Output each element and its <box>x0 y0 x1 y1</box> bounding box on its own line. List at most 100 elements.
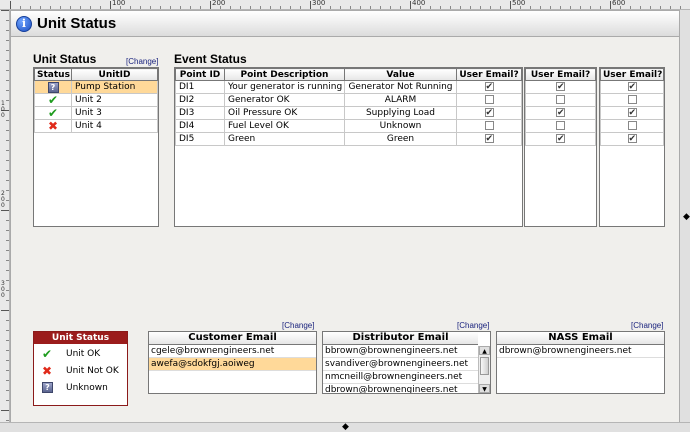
x-icon: ✖ <box>47 119 59 133</box>
nass-email-header: NASS Email <box>497 332 664 345</box>
user-email-checkbox[interactable] <box>556 95 565 104</box>
distributor-email-list: Distributor Email bbrown@brownengineers.… <box>322 331 491 394</box>
legend-item-ok: ✔ Unit OK <box>42 347 101 361</box>
unit-row[interactable]: ? Pump Station <box>34 80 158 94</box>
scroll-down-icon[interactable]: ▼ <box>479 384 490 393</box>
event-row[interactable]: DI1 Your generator is running Generator No… <box>175 80 522 94</box>
point-id-cell: DI5 <box>175 132 225 146</box>
user-email-checkbox[interactable]: ✔ <box>556 108 565 118</box>
value-cell: Supplying Load <box>344 106 457 120</box>
ruler-label: 100 <box>1 100 5 119</box>
user-email-checkbox[interactable] <box>484 121 494 130</box>
column-header-user-email-3[interactable]: User Email? <box>600 68 664 81</box>
event-row[interactable]: DI4 Fuel Level OK Unknown <box>175 119 522 133</box>
user-email-checkbox[interactable]: ✔ <box>484 82 494 92</box>
legend-item-not-ok: ✖ Unit Not OK <box>42 364 119 378</box>
user-email-checkbox[interactable]: ✔ <box>627 108 637 118</box>
user-email-cell: ✔ <box>525 132 596 146</box>
nass-email-change-link[interactable]: [Change] <box>631 321 663 330</box>
point-description-cell: Oil Pressure OK <box>224 106 345 120</box>
ruler-label: 500 <box>512 0 526 7</box>
unit-id-cell: Unit 4 <box>71 119 158 133</box>
user-email-checkbox[interactable] <box>556 121 565 130</box>
column-header-unitid[interactable]: UnitID <box>71 68 158 81</box>
user-email-checkbox[interactable]: ✔ <box>556 134 565 144</box>
user-email-cell: ✔ <box>456 80 522 94</box>
value-cell: Unknown <box>344 119 457 133</box>
distributor-email-item[interactable]: nmcneill@brownengineers.net <box>323 371 478 384</box>
user-email-cell: ✔ <box>456 106 522 120</box>
point-description-cell: Generator OK <box>224 93 345 107</box>
user-email-checkbox[interactable] <box>627 121 637 130</box>
unit-status-change-link[interactable]: [Change] <box>126 57 158 66</box>
column-header-point-id[interactable]: Point ID <box>175 68 225 81</box>
point-description-cell: Fuel Level OK <box>224 119 345 133</box>
user-email-column-3: User Email? ✔ ✔ ✔ <box>599 67 665 227</box>
user-email-cell <box>525 119 596 133</box>
unit-id-cell: Pump Station <box>71 80 158 94</box>
event-status-table: Point ID Point Description Value User Em… <box>174 67 523 227</box>
title-bar: i Unit Status <box>10 10 680 37</box>
check-icon: ✔ <box>47 106 59 120</box>
unit-row[interactable]: ✔ Unit 3 <box>34 106 158 120</box>
vertical-scrollbar[interactable]: ◆ <box>680 10 690 422</box>
check-icon: ✔ <box>42 347 53 361</box>
scroll-thumb[interactable] <box>480 357 489 375</box>
check-icon: ✔ <box>47 93 59 107</box>
point-id-cell: DI3 <box>175 106 225 120</box>
distributor-email-item[interactable]: dbrown@brownengineers.net <box>323 384 478 393</box>
customer-email-item[interactable]: awefa@sdokfgj.aoiweg <box>149 358 316 371</box>
customer-email-change-link[interactable]: [Change] <box>282 321 314 330</box>
distributor-email-change-link[interactable]: [Change] <box>457 321 489 330</box>
column-header-user-email-2[interactable]: User Email? <box>525 68 596 81</box>
ruler-tick <box>1 410 9 411</box>
event-row[interactable]: DI2 Generator OK ALARM <box>175 93 522 107</box>
column-header-status[interactable]: Status <box>34 68 72 81</box>
scroll-up-icon[interactable]: ▲ <box>479 346 490 355</box>
horizontal-scrollbar[interactable]: ◆ <box>0 422 690 432</box>
window-title: Unit Status <box>37 15 117 32</box>
resize-handle-bottom-icon[interactable]: ◆ <box>342 423 349 432</box>
unit-row[interactable]: ✖ Unit 4 <box>34 119 158 133</box>
distributor-email-item[interactable]: svandiver@brownengineers.net <box>323 358 478 371</box>
unit-status-cell: ✖ <box>34 119 72 133</box>
ruler-tick <box>1 210 9 211</box>
legend-title: Unit Status Legend <box>34 332 127 355</box>
nass-email-list: NASS Email dbrown@brownengineers.net <box>496 331 665 394</box>
resize-handle-right-icon[interactable]: ◆ <box>683 213 690 222</box>
event-status-title: Event Status <box>174 52 247 66</box>
legend-item-unknown: ? Unknown <box>42 382 108 393</box>
user-email-row <box>600 119 664 133</box>
customer-email-item[interactable]: cgele@brownengineers.net <box>149 345 316 358</box>
user-email-checkbox[interactable] <box>484 95 494 104</box>
unit-status-legend: Unit Status Legend ✔ Unit OK ✖ Unit Not … <box>33 331 128 406</box>
user-email-cell: ✔ <box>525 80 596 94</box>
ruler-label: 600 <box>612 0 626 7</box>
customer-email-list: Customer Email cgele@brownengineers.net a… <box>148 331 317 394</box>
user-email-checkbox[interactable] <box>627 95 637 104</box>
column-header-point-description[interactable]: Point Description <box>224 68 345 81</box>
unit-row[interactable]: ✔ Unit 2 <box>34 93 158 107</box>
x-icon: ✖ <box>42 364 53 378</box>
distributor-email-item[interactable]: bbrown@brownengineers.net <box>323 345 478 358</box>
user-email-checkbox[interactable]: ✔ <box>627 134 637 144</box>
event-row[interactable]: DI3 Oil Pressure OK Supplying Load ✔ <box>175 106 522 120</box>
event-row[interactable]: DI5 Green Green ✔ <box>175 132 522 146</box>
point-id-cell: DI4 <box>175 119 225 133</box>
nass-email-item[interactable]: dbrown@brownengineers.net <box>497 345 664 358</box>
column-header-user-email[interactable]: User Email? <box>456 68 522 81</box>
user-email-checkbox[interactable]: ✔ <box>484 134 494 144</box>
ruler-label: 300 <box>312 0 326 7</box>
user-email-checkbox[interactable]: ✔ <box>627 82 637 92</box>
point-id-cell: DI1 <box>175 80 225 94</box>
user-email-checkbox[interactable]: ✔ <box>484 108 494 118</box>
user-email-cell <box>600 93 664 107</box>
user-email-checkbox[interactable]: ✔ <box>556 82 565 92</box>
customer-email-header: Customer Email <box>149 332 316 345</box>
point-id-cell: DI2 <box>175 93 225 107</box>
distributor-email-scrollbar[interactable]: ▲ ▼ <box>478 346 490 393</box>
point-description-cell: Your generator is running <box>224 80 345 94</box>
column-header-value[interactable]: Value <box>344 68 457 81</box>
user-email-cell: ✔ <box>600 132 664 146</box>
unit-status-table: Status UnitID ? Pump Station ✔ Unit 2 ✔ Unit … <box>33 67 159 227</box>
